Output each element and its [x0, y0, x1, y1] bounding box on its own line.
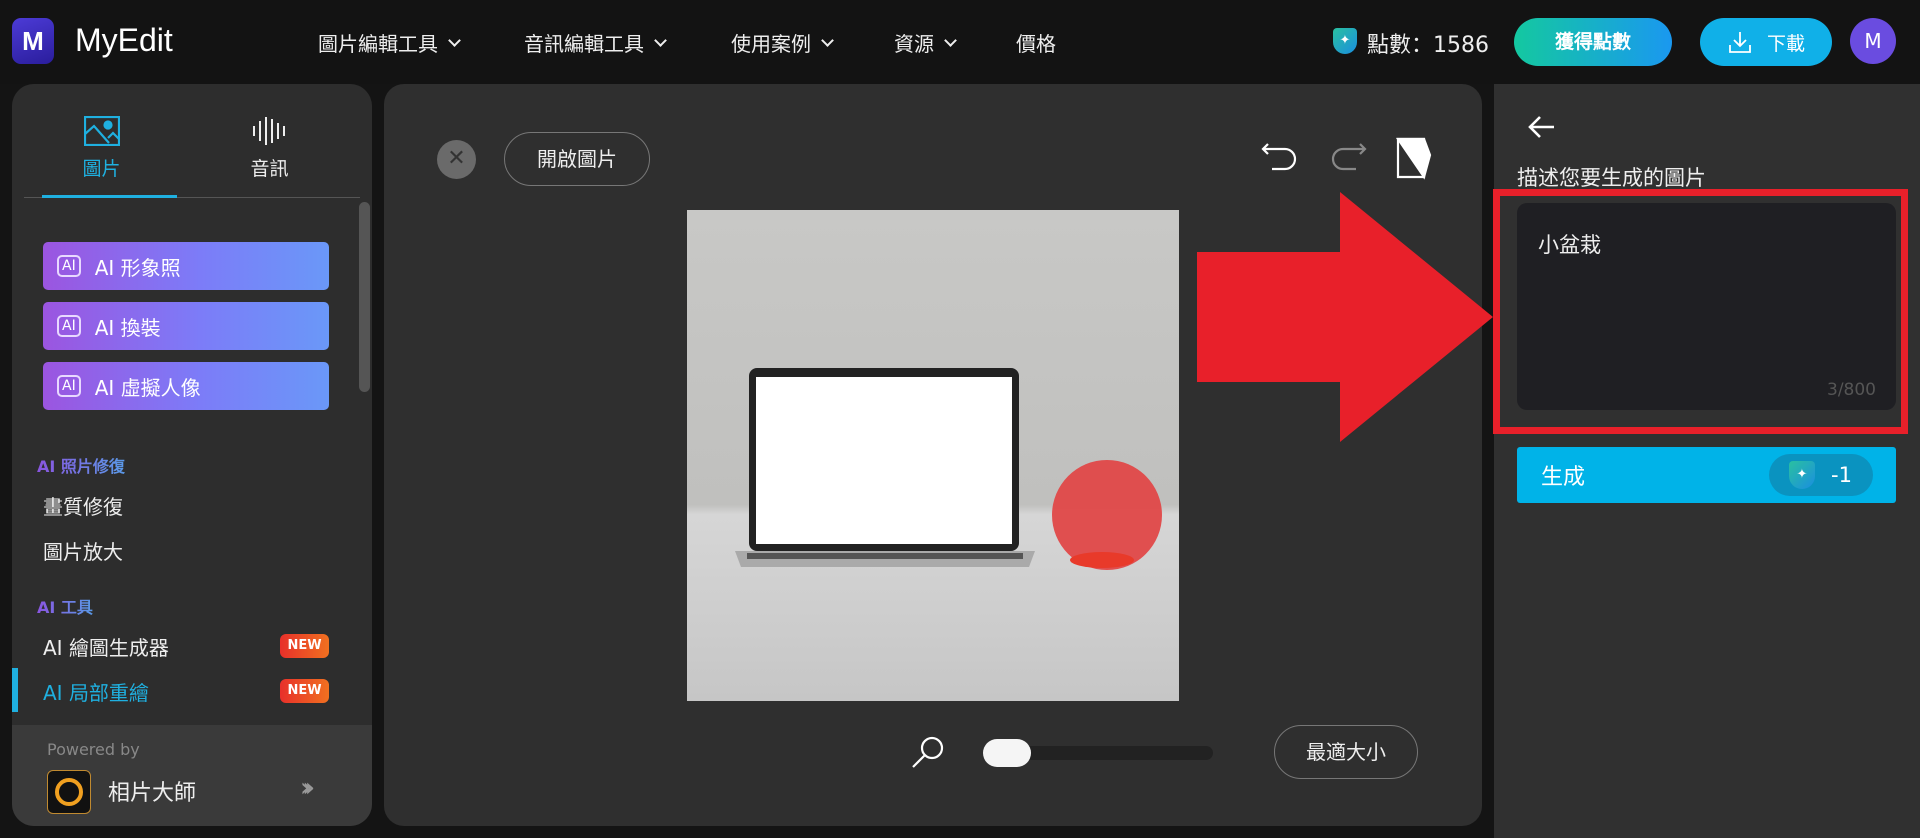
generate-button[interactable]: 生成 ✦ -1 [1517, 447, 1896, 503]
credit-cost-badge: ✦ -1 [1769, 454, 1873, 496]
user-avatar[interactable]: M [1850, 18, 1896, 64]
redo-icon[interactable] [1328, 140, 1368, 176]
nav-resources[interactable]: 資源 [894, 28, 957, 57]
sidebar-item-quality-repair[interactable]: 畫質修復 [43, 491, 123, 520]
new-badge: NEW [280, 634, 329, 658]
ai-sparkle-icon: AI [57, 375, 81, 397]
credit-cost: -1 [1831, 463, 1852, 487]
points-count: 點數：1586 [1367, 33, 1489, 58]
myedit-logo[interactable]: M [12, 18, 54, 64]
get-points-button[interactable]: 獲得點數 [1514, 18, 1672, 66]
ai-outfit-button[interactable]: AI AI 換裝 [43, 302, 329, 350]
nav-pricing[interactable]: 價格 [1016, 28, 1056, 57]
active-item-indicator [12, 668, 18, 712]
nav-image-tools[interactable]: 圖片編輯工具 [318, 28, 461, 57]
open-image-button[interactable]: 開啟圖片 [504, 132, 650, 186]
active-tab-indicator [42, 195, 177, 198]
chevron-down-icon [944, 33, 957, 47]
powered-by-footer[interactable]: Powered by 相片大師 ››› [12, 725, 372, 826]
points-icon: ✦ [1333, 28, 1357, 54]
red-arrow-annotation [1197, 192, 1493, 442]
tab-label: 音訊 [250, 158, 289, 180]
top-nav-bar: M MyEdit 圖片編輯工具 音訊編輯工具 使用案例 資源 價格 ✦ 點數：1… [0, 0, 1920, 84]
prompt-label: 描述您要生成的圖片 [1517, 166, 1706, 190]
button-label: AI 換裝 [94, 315, 161, 340]
brand-name[interactable]: MyEdit [75, 22, 173, 59]
new-badge: NEW [280, 679, 329, 703]
download-button[interactable]: 下載 [1700, 18, 1832, 66]
chevrons-right-icon: ››› [300, 773, 315, 803]
compare-icon[interactable] [1394, 136, 1434, 180]
sidebar-item-ai-image-generator[interactable]: AI 繪圖生成器 [43, 632, 169, 661]
powered-by-label: Powered by [47, 740, 140, 759]
download-label: 下載 [1766, 32, 1805, 55]
tab-label: 圖片 [82, 158, 121, 180]
highlight-box [1493, 189, 1908, 434]
fit-size-button[interactable]: 最適大小 [1274, 725, 1418, 779]
audio-wave-icon [252, 117, 285, 145]
zoom-slider-thumb[interactable] [983, 739, 1031, 767]
tab-image[interactable]: 圖片 [34, 112, 169, 181]
nav-label: 使用案例 [731, 32, 811, 56]
sidebar-item-upscale[interactable]: 圖片放大 [43, 536, 123, 565]
section-title-photo-repair: AI 照片修復 [37, 453, 125, 477]
nav-label: 資源 [894, 32, 934, 56]
generate-label: 生成 [1541, 465, 1586, 490]
photodirector-logo [47, 770, 91, 814]
sidebar-scrollbar[interactable] [359, 202, 370, 392]
download-icon [1729, 32, 1751, 53]
points-icon: ✦ [1789, 461, 1815, 489]
button-label: AI 形象照 [94, 255, 181, 280]
nav-label: 音訊編輯工具 [524, 32, 644, 56]
section-title-ai-tools: AI 工具 [37, 594, 93, 618]
nav-label: 圖片編輯工具 [318, 32, 438, 56]
image-icon [83, 116, 120, 146]
ai-avatar-button[interactable]: AI AI 虛擬人像 [43, 362, 329, 410]
left-sidebar: 圖片 音訊 AI AI 形象照 AI AI 換裝 AI AI 虛擬人像 AI 照片修復… [12, 84, 372, 826]
ai-headshot-button[interactable]: AI AI 形象照 [43, 242, 329, 290]
nav-label: 價格 [1016, 32, 1056, 56]
back-arrow-icon[interactable] [1526, 114, 1556, 140]
zoom-slider[interactable] [983, 739, 1213, 767]
nav-audio-tools[interactable]: 音訊編輯工具 [524, 28, 667, 57]
nav-use-cases[interactable]: 使用案例 [731, 28, 834, 57]
tab-audio[interactable]: 音訊 [202, 112, 337, 181]
chevron-down-icon [821, 33, 834, 47]
sidebar-item-ai-inpainting[interactable]: AI 局部重繪 [43, 677, 149, 706]
zoom-icon [912, 736, 944, 768]
ai-sparkle-icon: AI [57, 255, 81, 277]
chevron-down-icon [654, 33, 667, 47]
chevron-down-icon [448, 33, 461, 47]
right-panel: 描述您要生成的圖片 小盆栽 3/800 生成 ✦ -1 [1493, 84, 1920, 838]
edited-image[interactable] [687, 210, 1179, 701]
close-icon[interactable]: ✕ [437, 140, 476, 179]
button-label: AI 虛擬人像 [94, 375, 201, 400]
partner-name: 相片大師 [108, 781, 197, 806]
undo-icon[interactable] [1260, 140, 1300, 176]
ai-sparkle-icon: AI [57, 315, 81, 337]
